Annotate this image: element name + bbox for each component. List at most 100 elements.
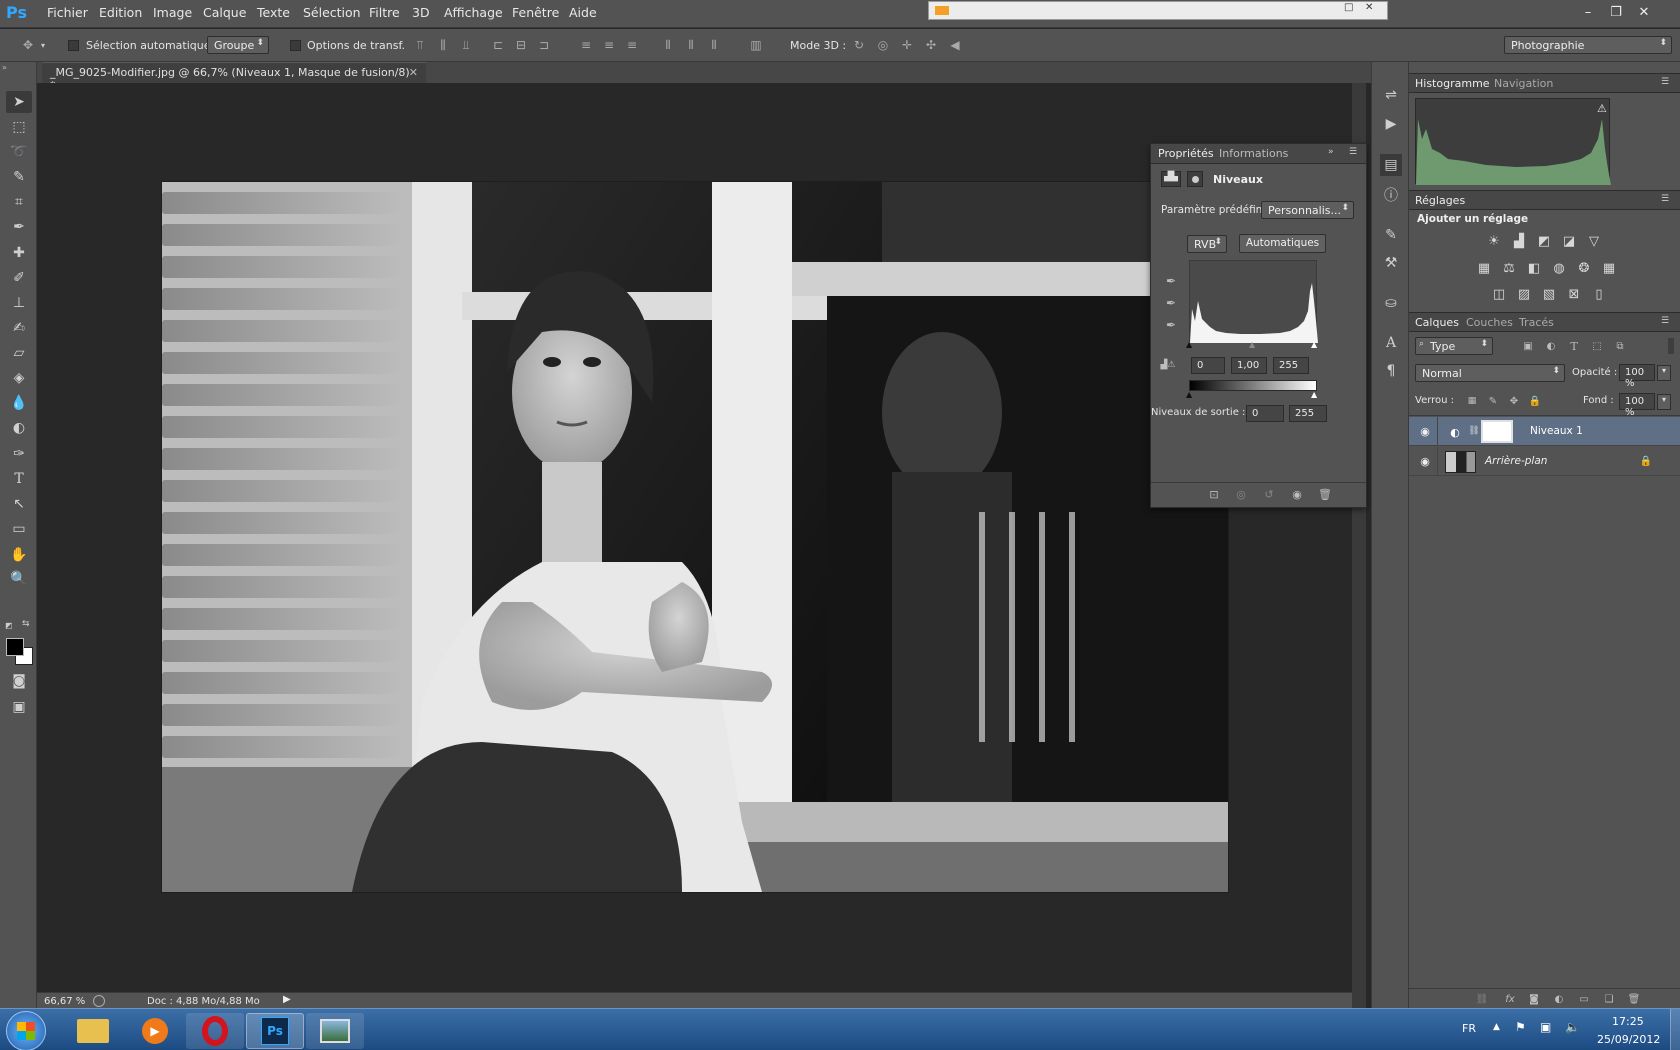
photo-filter-icon[interactable]: ◍ [1549,258,1569,278]
foreground-color-swatch[interactable] [6,638,24,656]
channel-dropdown[interactable]: RVB [1187,235,1227,253]
language-indicator[interactable]: FR [1462,1022,1476,1035]
collapse-icon[interactable]: » [2,63,7,72]
black-point-slider[interactable]: ▲ [1186,340,1192,349]
auto-select-checkbox[interactable] [68,40,79,51]
filter-adjustment-icon[interactable]: ◐ [1543,338,1559,354]
close-icon[interactable]: ✕ [1365,2,1373,13]
channel-mixer-icon[interactable]: ❂ [1574,258,1594,278]
distribute-left-icon[interactable]: ⦀ [660,37,676,53]
image-viewer-taskbar-button[interactable] [306,1013,364,1049]
tab-informations[interactable]: Informations [1219,147,1288,160]
swap-colors-icon[interactable]: ⇆ [22,619,30,629]
default-colors-icon[interactable]: ◩ [5,621,13,630]
menu-aide[interactable]: Aide [569,5,597,20]
drag-3d-icon[interactable]: ✛ [899,37,915,53]
history-icon[interactable]: ⇌ [1380,84,1402,106]
layer-name[interactable]: Niveaux 1 [1530,425,1583,437]
distribute-vcenter-icon[interactable]: ≡ [601,37,617,53]
distribute-right-icon[interactable]: ⦀ [706,37,722,53]
zoom-tool-icon[interactable]: 🔍 [6,568,32,590]
input-white-field[interactable]: 255 [1273,357,1309,374]
preset-dropdown[interactable]: Personnalis... [1261,201,1354,219]
add-mask-icon[interactable]: ◙ [1526,991,1542,1007]
selective-color-icon[interactable]: ⊠ [1564,284,1584,304]
marquee-tool-icon[interactable]: ⬚ [6,116,32,138]
start-button[interactable] [6,1011,46,1050]
clone-source-icon[interactable]: ⛀ [1380,292,1402,314]
output-white-field[interactable]: 255 [1289,405,1327,422]
rotate-3d-icon[interactable]: ↻ [851,37,867,53]
invert-icon[interactable]: ◫ [1489,284,1509,304]
close-tab-icon[interactable]: ✕ [409,66,418,79]
camera-3d-icon[interactable]: ◀ [947,37,963,53]
tool-presets-icon[interactable]: ⚒ [1380,252,1402,274]
align-top-icon[interactable]: ⫪ [412,37,428,53]
distribute-bottom-icon[interactable]: ≡ [624,37,640,53]
visibility-eye-icon[interactable]: ◉ [1417,424,1433,438]
menu-texte[interactable]: Texte [257,5,290,20]
link-layers-icon[interactable]: ⛓ [1474,991,1490,1007]
levels-adjust-icon[interactable]: ▟ [1509,231,1529,251]
minimize-icon[interactable]: – [1575,2,1601,22]
lock-pixels-icon[interactable]: ✎ [1486,394,1500,408]
tab-histogram[interactable]: Histogramme [1415,77,1490,90]
black-eyedropper-icon[interactable]: ✒ [1163,273,1179,289]
status-menu-arrow-icon[interactable]: ▶ [283,994,291,1005]
gray-eyedropper-icon[interactable]: ✒ [1163,295,1179,311]
tab-layers[interactable]: Calques [1415,316,1459,329]
clock-time[interactable]: 17:25 [1612,1015,1644,1028]
panel-menu-icon[interactable]: ☰ [1349,147,1357,157]
align-vcenter-icon[interactable]: ⫼ [435,37,451,53]
layer-thumbnail[interactable] [1445,451,1476,473]
action-center-flag-icon[interactable]: ⚑ [1515,1020,1526,1034]
output-black-slider[interactable]: ▲ [1186,390,1192,399]
new-layer-icon[interactable]: ❏ [1601,991,1617,1007]
brush-tool-icon[interactable]: ✐ [6,267,32,289]
distribute-hcenter-icon[interactable]: ⦀ [683,37,699,53]
layer-name[interactable]: Arrière-plan [1485,455,1547,467]
workspace-dropdown[interactable]: Photographie [1504,36,1672,54]
type-tool-icon[interactable]: T [6,468,32,490]
move-tool-icon[interactable]: ➤ [6,91,32,113]
properties-icon[interactable]: ▤ [1380,154,1402,176]
restore-window-icon[interactable]: ❐ [1603,2,1629,22]
quick-mask-icon[interactable]: ◙ [6,670,32,692]
auto-align-icon[interactable]: ▥ [748,37,764,53]
path-select-icon[interactable]: ↖ [6,493,32,515]
quick-select-tool-icon[interactable]: ✎ [6,166,32,188]
zoom-level[interactable]: 66,67 % [44,996,85,1007]
character-icon[interactable]: A [1380,332,1402,354]
close-window-icon[interactable]: ✕ [1631,2,1657,22]
curves-icon[interactable]: ◩ [1534,231,1554,251]
eraser-tool-icon[interactable]: ▱ [6,342,32,364]
screen-mode-icon[interactable]: ▣ [6,696,32,718]
align-hcenter-icon[interactable]: ⊟ [513,37,529,53]
panel-menu-icon[interactable]: ☰ [1661,316,1669,326]
explorer-taskbar-button[interactable] [64,1013,122,1049]
tab-adjustments[interactable]: Réglages [1415,194,1465,207]
chevron-down-icon[interactable]: ▾ [1657,365,1671,381]
clipping-warning-icon[interactable]: ▟⚠ [1157,357,1179,373]
network-icon[interactable]: ▣ [1540,1020,1551,1034]
color-lookup-icon[interactable]: ▦ [1599,258,1619,278]
filter-type-icon[interactable]: T [1566,338,1582,354]
filter-toggle[interactable] [1668,338,1674,354]
document-tab[interactable]: _MG_9025-Modifier.jpg @ 66,7% (Niveaux 1… [42,62,426,92]
media-player-taskbar-button[interactable]: ▶ [126,1013,184,1049]
tab-channels[interactable]: Couches [1466,316,1513,329]
cache-warning-icon[interactable]: ⚠ [1597,102,1607,115]
output-black-field[interactable]: 0 [1246,405,1284,422]
show-hidden-icons-icon[interactable]: ▲ [1493,1022,1500,1032]
menu-fenetre[interactable]: Fenêtre [512,5,559,20]
menu-edition[interactable]: Edition [99,5,142,20]
input-black-field[interactable]: 0 [1191,357,1225,374]
opacity-field[interactable]: 100 % [1619,364,1655,389]
auto-button[interactable]: Automatiques [1239,234,1326,253]
black-white-icon[interactable]: ◧ [1524,258,1544,278]
lasso-tool-icon[interactable]: ➰ [6,141,32,163]
menu-fichier[interactable]: Fichier [47,5,88,20]
roll-3d-icon[interactable]: ◎ [875,37,891,53]
chevron-down-icon[interactable]: ▾ [41,41,45,50]
menu-3d[interactable]: 3D [412,5,430,20]
